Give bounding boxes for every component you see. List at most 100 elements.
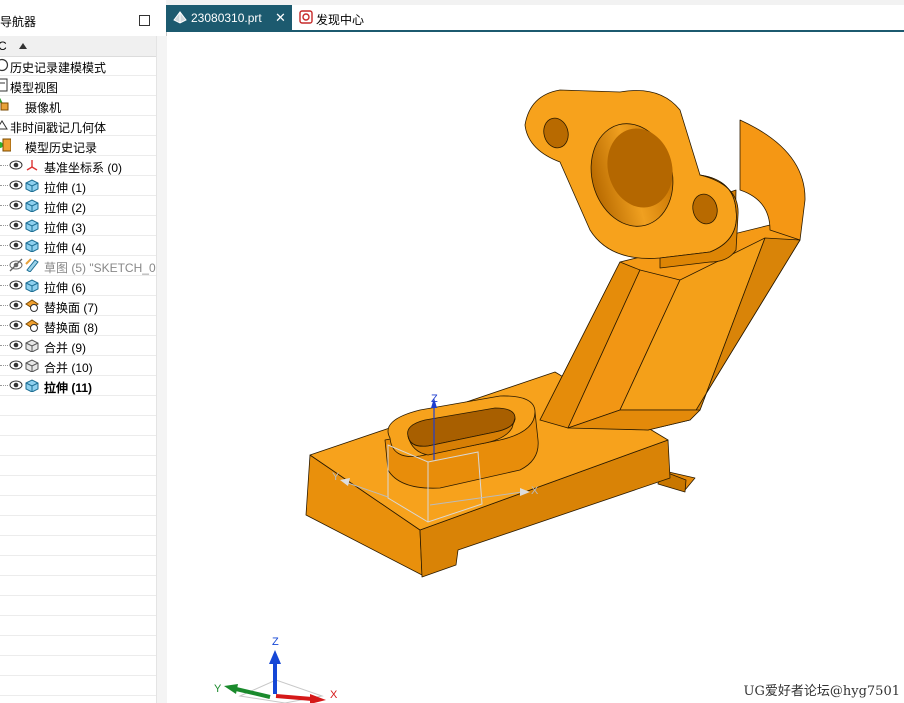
tree-row[interactable]: 拉伸 (2) [0, 196, 156, 216]
visibility-icon[interactable] [9, 198, 23, 212]
sketch-icon [25, 258, 39, 272]
visibility-icon[interactable] [9, 378, 23, 392]
tree-row-label: 替换面 (8) [44, 321, 99, 335]
visibility-icon[interactable] [9, 158, 23, 172]
tree-row-label: 基准坐标系 (0) [44, 161, 123, 175]
visibility-icon[interactable] [9, 338, 23, 352]
visibility-icon[interactable] [9, 318, 23, 332]
tree-row[interactable]: 拉伸 (4) [0, 236, 156, 256]
tree-row[interactable]: 基准坐标系 (0) [0, 156, 156, 176]
empty-row [0, 596, 156, 616]
empty-row [0, 456, 156, 476]
tree-row-label: 合并 (9) [44, 341, 87, 355]
model-canvas[interactable]: Z X Y Z X Y [167, 32, 904, 703]
visibility-icon[interactable] [9, 278, 23, 292]
tree-row-label: 模型视图 [10, 81, 59, 95]
tree-row-label: 拉伸 (1) [44, 181, 87, 195]
empty-row [0, 496, 156, 516]
tree-row-label: 草图 (5) "SKETCH_0 [44, 261, 156, 275]
tree-connector [0, 265, 8, 266]
non-timestamp-icon [0, 120, 8, 130]
navigator-header: 导航器 [0, 8, 156, 30]
tree-connector [0, 345, 8, 346]
tree-row-label: 摄像机 [25, 101, 62, 115]
tree-row[interactable]: 非时间戳记几何体 [0, 116, 156, 136]
triad-y-label: Y [214, 683, 222, 695]
tree-row[interactable]: 替换面 (7) [0, 296, 156, 316]
watermark: UG爱好者论坛@hyg7501 [743, 684, 900, 699]
navigator-title: 导航器 [0, 15, 37, 29]
sort-ascending-icon[interactable] [19, 43, 27, 49]
view-triad[interactable] [224, 650, 326, 703]
extrude-icon [25, 239, 39, 252]
tree-row-label: 模型历史记录 [25, 141, 98, 155]
tree-row[interactable]: 摄像机 [0, 96, 156, 116]
navigator-scrollbar[interactable] [156, 36, 167, 703]
tree-row-label: 拉伸 (4) [44, 241, 87, 255]
visibility-icon[interactable] [9, 358, 23, 372]
visibility-icon[interactable] [9, 218, 23, 232]
tree-row-label: 非时间戳记几何体 [10, 121, 107, 135]
replace-face-icon [25, 299, 39, 312]
tree-connector [0, 225, 8, 226]
tree-connector [0, 285, 8, 286]
extrude-icon [25, 219, 39, 232]
visibility-icon[interactable] [9, 298, 23, 312]
unite-icon [25, 359, 39, 372]
visibility-icon[interactable] [9, 238, 23, 252]
tree-row[interactable]: 草图 (5) "SKETCH_0 [0, 256, 156, 276]
model-history-icon [0, 138, 11, 152]
extrude-icon [25, 179, 39, 192]
empty-row [0, 576, 156, 596]
tree-row[interactable]: 模型历史记录 [0, 136, 156, 156]
tree-row-label: 拉伸 (6) [44, 281, 87, 295]
empty-row [0, 396, 156, 416]
part-model[interactable] [305, 89, 806, 578]
visibility-off-icon[interactable] [9, 258, 23, 272]
replace-face-icon [25, 319, 39, 332]
wcs-y-label: Y [332, 471, 340, 483]
extrude-icon [25, 199, 39, 212]
tree-row-label: 拉伸 (11) [44, 381, 93, 395]
model-view-icon [0, 78, 8, 92]
wcs-z-label: Z [431, 393, 438, 405]
navigator-tree: 历史记录建模模式 模型视图摄像机非时间戳记几何体 模型历史记录基准坐标系 (0) 拉伸… [0, 56, 156, 696]
tree-row-label: 拉伸 (3) [44, 221, 87, 235]
history-mode-icon [0, 58, 9, 72]
tree-connector [0, 165, 8, 166]
empty-row [0, 676, 156, 696]
empty-row [0, 656, 156, 676]
extrude-icon [25, 279, 39, 292]
unite-icon [25, 339, 39, 352]
graphics-window[interactable]: Z X Y Z X Y UG爱好者论坛@hyg7501 [167, 32, 904, 703]
extrude-icon [25, 379, 39, 392]
close-icon[interactable]: ✕ [275, 10, 286, 26]
tree-row[interactable]: 拉伸 (11) [0, 376, 156, 396]
empty-row [0, 556, 156, 576]
tree-row[interactable]: 合并 (10) [0, 356, 156, 376]
tree-connector [0, 205, 8, 206]
part-file-icon [173, 11, 187, 24]
tree-row[interactable]: 拉伸 (3) [0, 216, 156, 236]
tab-part-file[interactable]: 23080310.prt ✕ [166, 5, 292, 30]
empty-row [0, 616, 156, 636]
restore-icon[interactable] [139, 15, 150, 26]
tab-discovery-center[interactable]: 发现中心 [292, 5, 382, 30]
tree-row[interactable]: 合并 (9) [0, 336, 156, 356]
empty-row [0, 636, 156, 656]
wcs-x-label: X [531, 485, 539, 497]
tree-row[interactable]: 模型视图 [0, 76, 156, 96]
column-header-label: C [0, 39, 7, 53]
tree-connector [0, 305, 8, 306]
tree-connector [0, 365, 8, 366]
part-navigator: 导航器 C 历史记录建模模式 模型视图摄像机非时间戳记几何体 模型历史记录基准坐标系… [0, 0, 167, 703]
tree-row-label: 历史记录建模模式 [10, 61, 107, 75]
navigator-column-header[interactable]: C [0, 36, 156, 57]
tree-row[interactable]: 拉伸 (6) [0, 276, 156, 296]
tree-row[interactable]: 拉伸 (1) [0, 176, 156, 196]
tree-row-label: 合并 (10) [44, 361, 93, 375]
visibility-icon[interactable] [9, 178, 23, 192]
empty-row [0, 536, 156, 556]
tree-row[interactable]: 替换面 (8) [0, 316, 156, 336]
tree-row[interactable]: 历史记录建模模式 [0, 56, 156, 76]
